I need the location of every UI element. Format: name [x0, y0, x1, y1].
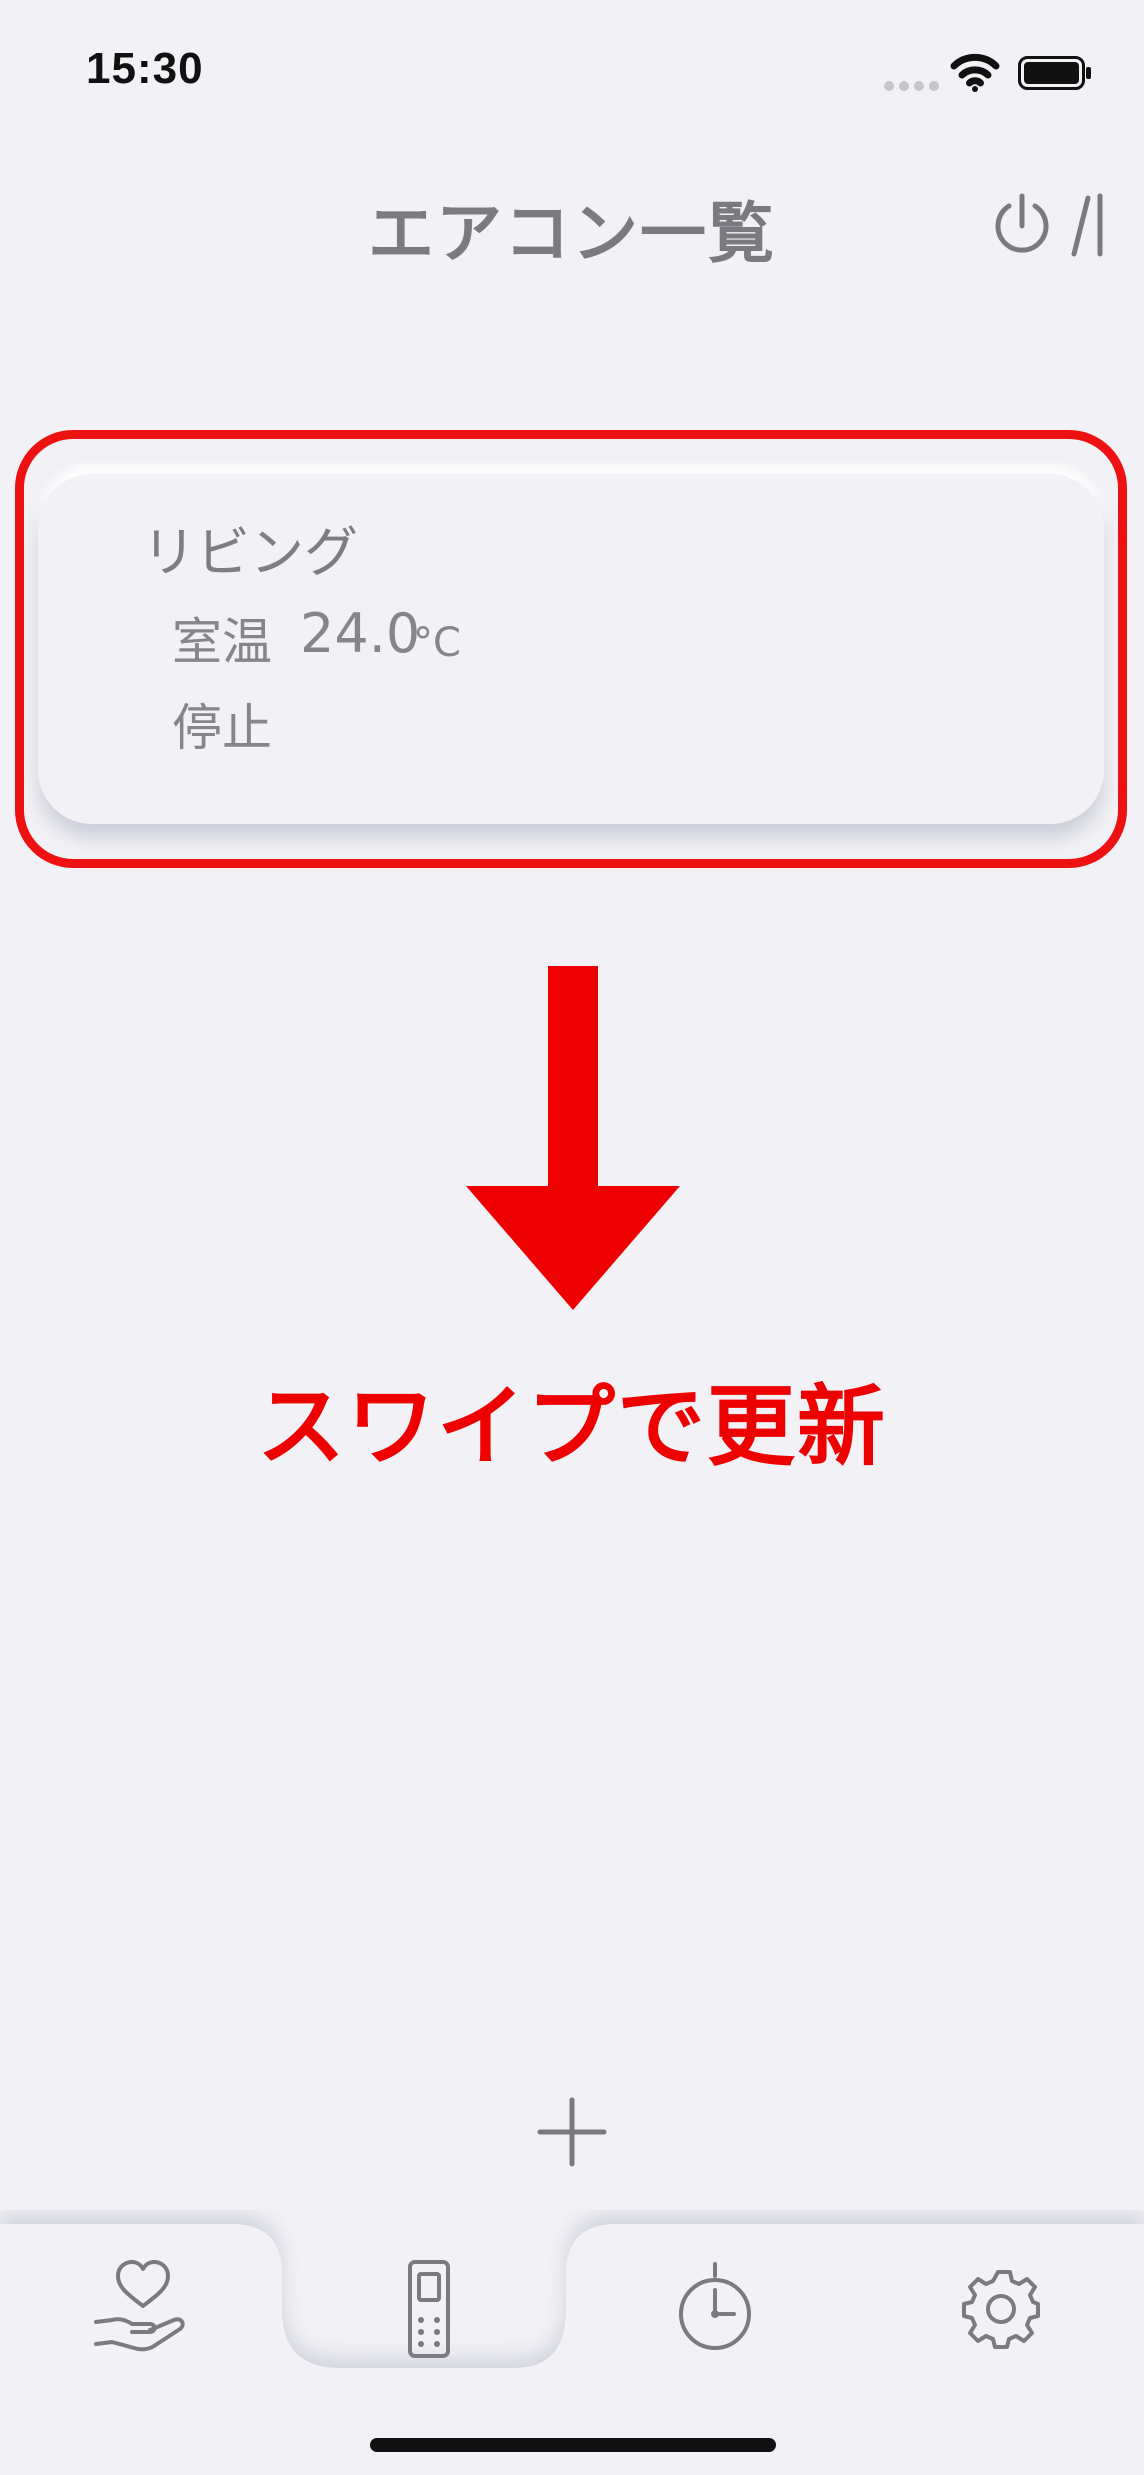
heart-hand-icon[interactable]	[88, 2254, 198, 2364]
swipe-to-refresh-label: スワイプで更新	[256, 1375, 887, 1478]
timer-icon[interactable]	[660, 2254, 770, 2364]
device-status: 停止	[172, 699, 272, 757]
device-name: リビング	[142, 521, 358, 584]
battery-icon	[1018, 56, 1091, 90]
room-temp-label: 室温	[172, 613, 272, 671]
down-arrow-icon	[466, 966, 680, 1310]
temp-unit: °C	[413, 620, 461, 666]
ac-card-living[interactable]: リビング 室温 24.0 °C 停止	[38, 474, 1104, 824]
cellular-signal-icon	[884, 81, 939, 91]
room-temp-value: 24.0	[300, 602, 421, 665]
gear-icon[interactable]	[946, 2254, 1056, 2364]
wifi-icon	[950, 53, 1000, 92]
add-icon[interactable]	[536, 2096, 608, 2168]
home-indicator	[370, 2438, 776, 2452]
status-time: 15:30	[86, 44, 204, 93]
remote-control-icon[interactable]	[374, 2254, 484, 2364]
page-title: エアコン一覧	[368, 195, 776, 272]
power-toggle-icon[interactable]	[992, 192, 1104, 258]
